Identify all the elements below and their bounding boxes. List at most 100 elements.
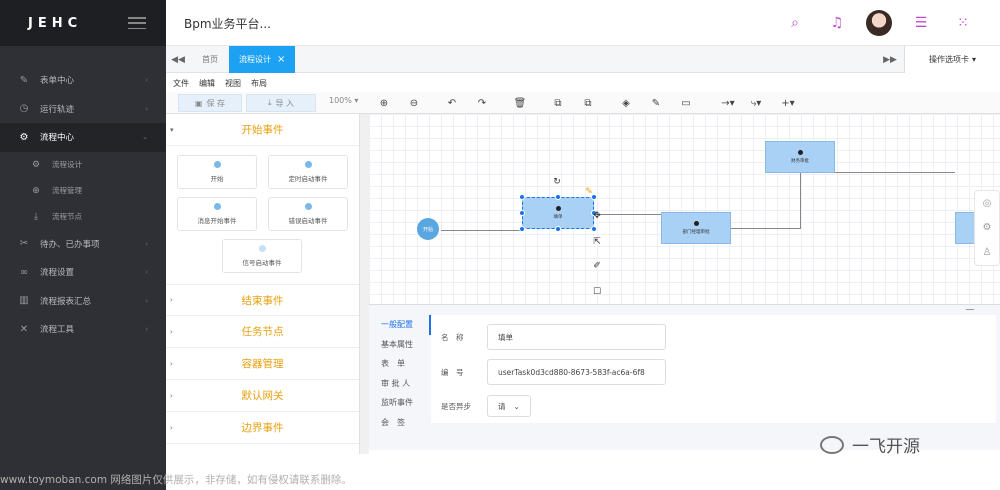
zoom-in-icon[interactable]: ⊕ (376, 95, 392, 111)
apps-grid-icon[interactable]: ⁙ (950, 10, 976, 36)
palette-item-error-start[interactable]: 错误启动事件 (268, 197, 348, 231)
props-tab-listener[interactable]: 监听事件 (369, 393, 431, 413)
brand-watermark: 一飞开源 (820, 432, 920, 457)
name-input[interactable]: 填单 (487, 324, 666, 350)
event-dot-icon (213, 203, 221, 210)
palette-section-end-events[interactable]: › 结束事件 (166, 284, 359, 316)
palette-section-boundary-events[interactable]: › 边界事件 (166, 412, 359, 444)
zoom-select[interactable]: 100% ▾ (329, 96, 358, 105)
menu-edit[interactable]: 编辑 (199, 78, 215, 89)
sidebar-item-report[interactable]: ▥ 流程报表汇总 › (0, 287, 166, 316)
sidebar-subitem-process-design[interactable]: ⚙ 流程设计 (0, 152, 166, 178)
palette-section-gateways[interactable]: › 默认网关 (166, 380, 359, 412)
palette-section-start-events[interactable]: ▾ 开始事件 (166, 114, 359, 146)
sidebar-item-run-track[interactable]: ◷ 运行轨迹 › (0, 95, 166, 124)
sidebar-item-label: 流程报表汇总 (40, 296, 92, 307)
palette-section-containers[interactable]: › 容器管理 (166, 348, 359, 380)
async-select[interactable]: 请 ⌄ (487, 395, 531, 417)
palette-start-items: 开始 定时启动事件 消息开始事件 错误启动事件 信号启动事件 (166, 146, 359, 284)
line-color-icon[interactable]: ✎ (648, 95, 664, 111)
sidebar-item-process-tools[interactable]: ✕ 流程工具 › (0, 315, 166, 344)
sidebar-item-process-center[interactable]: ⚙ 流程中心 ⌄ (0, 123, 166, 152)
wrench-icon: ✕ (19, 323, 29, 335)
palette-splitter[interactable] (360, 114, 369, 454)
properties-form: 名 称 填单 编 号 userTask0d3cd880-8673-583f-ac… (431, 315, 996, 423)
redo-icon[interactable]: ↷ (474, 95, 490, 111)
edit-pencil-icon[interactable]: ✎ (583, 186, 595, 198)
to-back-icon[interactable]: ⧉ (580, 95, 596, 111)
delete-icon[interactable]: 🗑 (512, 95, 528, 111)
sidebar-item-process-settings[interactable]: ∞ 流程设置 › (0, 258, 166, 287)
rotate-icon[interactable]: ↻ (551, 176, 563, 188)
tab-home[interactable]: 首页 (192, 46, 228, 73)
menu-layout[interactable]: 布局 (251, 78, 267, 89)
shadow-icon[interactable]: ▭ (678, 95, 694, 111)
task-node-finance[interactable]: 财务审批 (765, 141, 835, 173)
tab-scroll-right-icon[interactable]: ▶▶ (878, 46, 902, 73)
chat-icon[interactable]: ☰ (908, 10, 934, 36)
undo-icon[interactable]: ↶ (444, 95, 460, 111)
task-node-fill-form[interactable]: 填单 (522, 197, 594, 229)
minimize-icon[interactable] (966, 309, 974, 310)
resize-handle[interactable] (519, 226, 525, 232)
hamburger-menu-icon[interactable] (128, 17, 146, 29)
gears-icon[interactable]: ⚙ (983, 222, 992, 233)
flow-edge[interactable] (800, 172, 801, 229)
resize-handle[interactable] (555, 226, 561, 232)
sidebar-subitem-process-manage[interactable]: ⊕ 流程管理 (0, 178, 166, 204)
flow-edge[interactable] (441, 230, 521, 231)
palette-item-signal-start[interactable]: 信号启动事件 (222, 239, 302, 273)
import-button[interactable]: ⤓ 导 入 (246, 94, 316, 112)
resize-handle[interactable] (519, 210, 525, 216)
task-node-dept-manager[interactable]: 部门经理审批 (661, 212, 731, 244)
move-icon[interactable]: ✥ (591, 210, 603, 222)
resize-handle[interactable] (519, 194, 525, 200)
chat-icon[interactable]: ◎ (983, 198, 992, 209)
tab-operations-dropdown[interactable]: 操作选项卡 ▾ (904, 46, 1000, 73)
menu-file[interactable]: 文件 (173, 78, 189, 89)
bell-icon[interactable]: ♫ (824, 10, 850, 36)
palette-item-start[interactable]: 开始 (177, 155, 257, 189)
resize-handle[interactable] (555, 194, 561, 200)
sidebar-item-form-center[interactable]: ✎ 表单中心 › (0, 66, 166, 95)
tab-scroll-left-icon[interactable]: ◀◀ (166, 46, 190, 73)
async-label: 是否异步 (441, 401, 471, 411)
palette-item-timer-start[interactable]: 定时启动事件 (268, 155, 348, 189)
sidebar-item-todo[interactable]: ✂ 待办、已办事项 › (0, 230, 166, 259)
id-input[interactable]: userTask0d3cd880-8673-583f-ac6a-6f8 (487, 359, 666, 385)
async-value: 请 (498, 401, 506, 411)
diagram-canvas[interactable]: 开始 填单 ↻ ✎ ✥ ⇱ ✐ ☐ 部门经理审批 财务审批 (369, 114, 1000, 304)
format-icon[interactable]: ✐ (591, 260, 603, 272)
flow-edge[interactable] (835, 172, 955, 173)
zoom-out-icon[interactable]: ⊖ (406, 95, 422, 111)
to-front-icon[interactable]: ⧉ (550, 95, 566, 111)
props-tab-general[interactable]: 一般配置 (369, 315, 431, 335)
open-external-icon[interactable]: ⇱ (591, 236, 603, 248)
search-icon[interactable]: ⌕ (782, 10, 808, 36)
square-shape-icon[interactable]: ☐ (591, 286, 603, 298)
close-icon[interactable]: × (277, 54, 285, 65)
palette-item-label: 开始 (210, 175, 224, 183)
avatar[interactable] (866, 10, 892, 36)
resize-handle[interactable] (591, 226, 597, 232)
fill-color-icon[interactable]: ◈ (618, 95, 634, 111)
caret-right-icon: › (170, 296, 173, 304)
menu-view[interactable]: 视图 (225, 78, 241, 89)
waypoints-icon[interactable]: ⤷▾ (744, 95, 768, 111)
props-tab-basic[interactable]: 基本属性 (369, 335, 431, 355)
palette-item-message-start[interactable]: 消息开始事件 (177, 197, 257, 231)
tab-process-design[interactable]: 流程设计 × (229, 46, 296, 73)
flow-edge[interactable] (595, 214, 661, 215)
props-tab-countersign[interactable]: 会 签 (369, 413, 431, 433)
connection-icon[interactable]: →▾ (716, 95, 740, 111)
save-button[interactable]: ▣ 保 存 (178, 94, 242, 112)
sidebar-subitem-process-node[interactable]: ⤓ 流程节点 (0, 204, 166, 230)
flow-edge[interactable] (731, 228, 801, 229)
props-tab-approver[interactable]: 审 批 人 (369, 374, 431, 394)
palette-section-tasks[interactable]: › 任务节点 (166, 316, 359, 348)
user-icon[interactable]: ♙ (983, 247, 992, 258)
props-tab-form[interactable]: 表 单 (369, 354, 431, 374)
chevron-down-icon: ⌄ (142, 133, 148, 142)
insert-icon[interactable]: +▾ (776, 95, 800, 111)
start-event-node[interactable]: 开始 (417, 218, 439, 240)
